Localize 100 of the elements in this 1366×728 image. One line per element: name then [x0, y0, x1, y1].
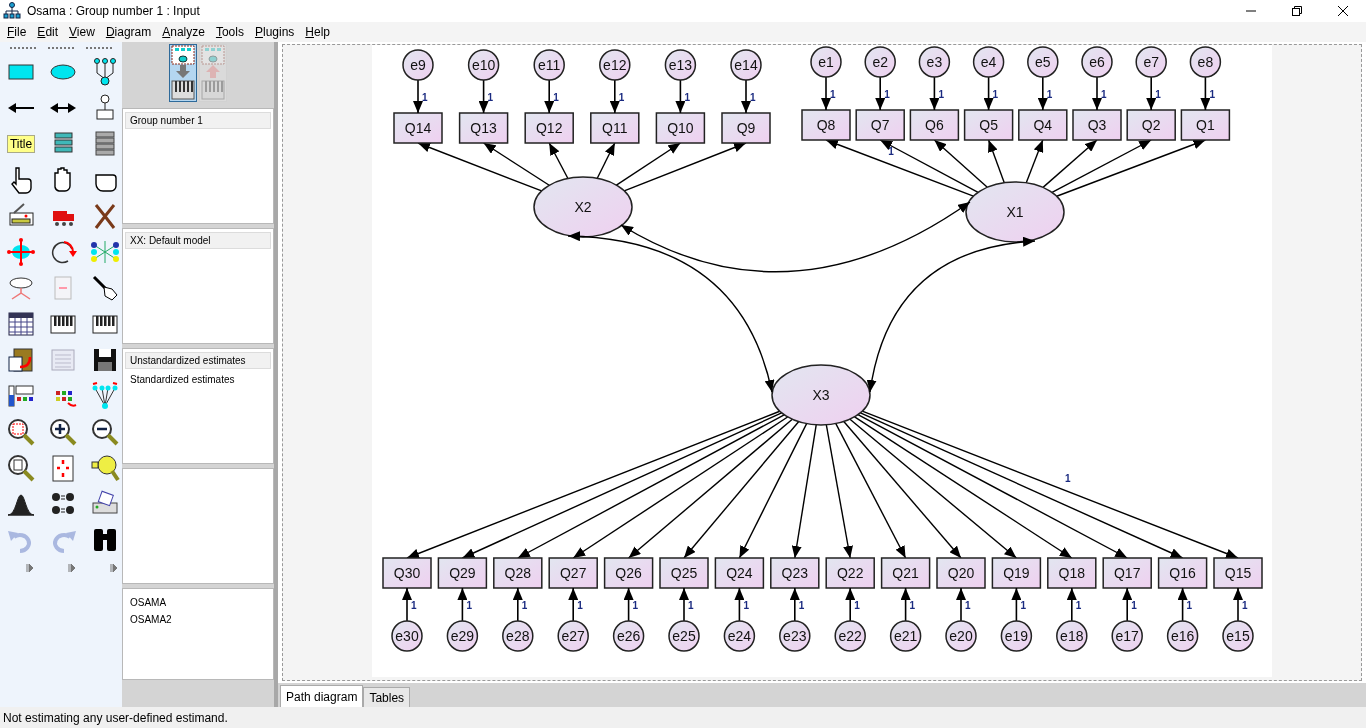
observed-variable[interactable]	[721, 112, 771, 144]
observed-variable[interactable]	[1047, 557, 1097, 589]
observed-variable[interactable]	[1180, 109, 1231, 141]
menu-item[interactable]: View	[63, 25, 100, 39]
error-variable[interactable]	[1189, 46, 1222, 78]
path-arrow[interactable]	[568, 587, 579, 622]
path-arrow[interactable]	[417, 142, 543, 192]
path-arrow[interactable]	[1037, 76, 1048, 111]
path-arrow[interactable]	[615, 142, 682, 186]
error-variable[interactable]	[723, 620, 756, 652]
path-arrow[interactable]	[835, 422, 907, 559]
path-arrow[interactable]	[1200, 76, 1211, 111]
observed-variable[interactable]	[655, 112, 706, 144]
error-variable[interactable]	[1135, 46, 1167, 78]
observed-variable[interactable]	[963, 109, 1014, 141]
error-variable[interactable]	[1222, 620, 1254, 652]
error-variable[interactable]	[612, 620, 645, 652]
path-arrow[interactable]	[734, 587, 745, 622]
path-arrow[interactable]	[1233, 587, 1243, 622]
error-variable[interactable]	[864, 46, 896, 78]
error-variable[interactable]	[668, 620, 700, 652]
observed-variable[interactable]	[1213, 557, 1263, 589]
observed-variable[interactable]	[1102, 557, 1152, 589]
path-arrow[interactable]	[791, 424, 817, 559]
path-arrow[interactable]	[1042, 139, 1098, 189]
observed-variable[interactable]	[458, 112, 509, 144]
path-arrow[interactable]	[413, 79, 423, 114]
error-variable[interactable]	[402, 49, 434, 81]
path-arrow[interactable]	[849, 418, 1018, 559]
title-tool-button[interactable]: Title	[7, 135, 35, 153]
table-icon[interactable]	[6, 309, 36, 339]
path-arrow[interactable]	[879, 139, 979, 193]
move-icon[interactable]	[6, 237, 36, 267]
error-variable[interactable]	[533, 49, 565, 81]
path-arrow[interactable]	[679, 587, 689, 622]
path-arrow[interactable]	[1146, 76, 1157, 111]
path-arrow[interactable]	[461, 412, 783, 559]
path-arrow[interactable]	[1122, 587, 1133, 622]
menu-item[interactable]: Diagram	[99, 25, 157, 39]
observed-variable[interactable]	[936, 557, 986, 589]
path-arrow[interactable]	[406, 410, 781, 559]
observed-variable[interactable]	[659, 557, 709, 589]
path-arrow[interactable]	[596, 142, 616, 179]
expand-icon[interactable]	[26, 563, 34, 573]
error-variable[interactable]	[599, 49, 631, 81]
error-variable[interactable]	[1027, 46, 1059, 78]
path-arrow[interactable]	[623, 587, 634, 622]
path-arrow[interactable]	[875, 76, 886, 111]
path-arrow[interactable]	[1092, 76, 1102, 111]
observed-variable[interactable]	[825, 557, 875, 589]
observed-variable[interactable]	[393, 112, 443, 144]
error-variable[interactable]	[810, 46, 842, 78]
path-arrow[interactable]	[741, 79, 751, 114]
path-arrow[interactable]	[825, 139, 975, 197]
error-variable[interactable]	[834, 620, 866, 652]
error-variable[interactable]	[557, 620, 589, 652]
model-item[interactable]: XX: Default model	[125, 232, 271, 249]
error-variable[interactable]	[1111, 620, 1143, 652]
view-input-button[interactable]	[169, 44, 197, 102]
expand-icon[interactable]	[68, 563, 76, 573]
error-variable[interactable]	[779, 620, 811, 652]
observed-variable[interactable]	[991, 557, 1042, 589]
magnifier-icon[interactable]	[90, 453, 120, 483]
path-arrow[interactable]	[789, 587, 800, 622]
tab[interactable]: Path diagram	[280, 685, 364, 707]
path-arrow[interactable]	[861, 410, 1239, 559]
estimates-item[interactable]: Unstandardized estimates	[125, 352, 271, 369]
observed-variable[interactable]	[1018, 109, 1068, 141]
path-arrow[interactable]	[478, 79, 489, 114]
path-arrow[interactable]	[1051, 139, 1152, 194]
observed-variable[interactable]	[524, 112, 574, 144]
zoom-in-icon[interactable]	[48, 417, 78, 447]
latent-variable[interactable]	[533, 176, 633, 238]
path-arrow[interactable]	[517, 414, 785, 559]
zoom-out-icon[interactable]	[90, 417, 120, 447]
data-file-entry[interactable]: OSAMA2	[125, 612, 271, 627]
menu-item[interactable]: Plugins	[248, 25, 300, 39]
close-icon[interactable]	[1338, 6, 1348, 16]
zoom-area-icon[interactable]	[6, 417, 36, 447]
path-arrow[interactable]	[853, 416, 1073, 559]
path-arrow[interactable]	[1011, 587, 1022, 622]
path-arrow[interactable]	[987, 139, 1005, 184]
path-arrow[interactable]	[857, 414, 1128, 559]
observed-variable[interactable]	[437, 557, 488, 589]
error-variable[interactable]	[502, 620, 534, 652]
observed-variable[interactable]	[1157, 557, 1208, 589]
path-arrow[interactable]	[623, 142, 747, 192]
path-arrow[interactable]	[609, 79, 620, 114]
path-arrow[interactable]	[457, 587, 468, 622]
path-arrow[interactable]	[821, 76, 831, 111]
observed-variable[interactable]	[603, 557, 654, 589]
group-item[interactable]: Group number 1	[125, 112, 271, 129]
path-arrow[interactable]	[1025, 139, 1044, 184]
observed-variable[interactable]	[770, 557, 820, 589]
data-file-entry[interactable]: OSAMA	[125, 595, 271, 610]
path-arrow[interactable]	[845, 587, 856, 622]
path-arrow[interactable]	[933, 139, 988, 188]
menu-item[interactable]: Help	[299, 25, 335, 39]
node-tree-icon[interactable]	[90, 381, 120, 411]
magic-wand-icon[interactable]	[90, 273, 120, 303]
